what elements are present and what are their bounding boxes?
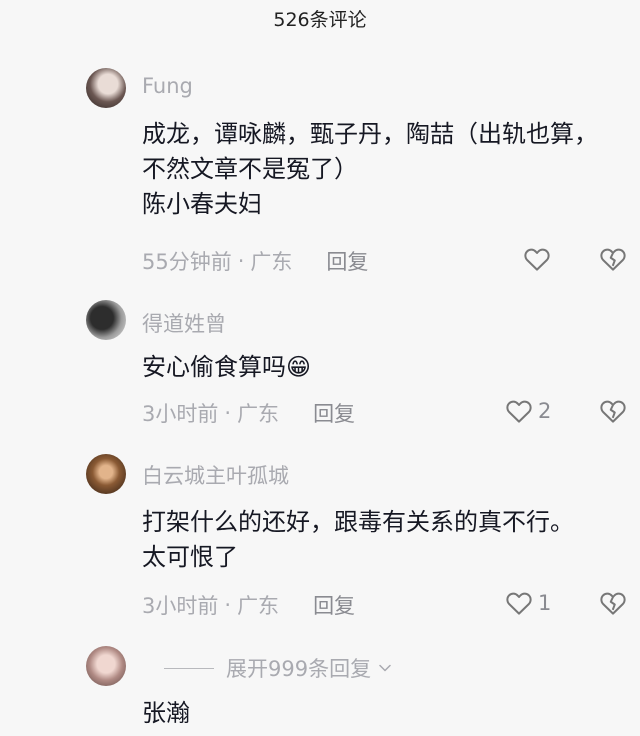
comment-line: 成龙，谭咏麟，甄子丹，陶喆（出轨也算，	[142, 120, 598, 148]
divider-line	[164, 667, 214, 669]
comment-time: 3小时前	[142, 402, 219, 426]
comment-line: 不然文章不是冤了）	[142, 155, 358, 183]
comment-meta: 3小时前 · 广东 回复	[142, 398, 355, 428]
comment-text: 成龙，谭咏麟，甄子丹，陶喆（出轨也算， 不然文章不是冤了） 陈小春夫妇	[142, 117, 598, 222]
comment-count-title: 526条评论	[273, 8, 367, 31]
like-button[interactable]: 2	[504, 396, 551, 426]
like-count: 1	[538, 591, 552, 615]
comment-meta: 3小时前 · 广东 回复	[142, 590, 355, 620]
like-button[interactable]: 1	[504, 588, 551, 618]
chevron-down-icon	[379, 664, 391, 672]
heart-icon	[506, 592, 532, 615]
heart-icon	[506, 400, 532, 423]
comment-location: 广东	[250, 250, 293, 274]
comment-text: 打架什么的还好，跟毒有关系的真不行。 太可恨了	[142, 505, 574, 575]
comments-header: 526条评论	[0, 0, 640, 40]
comment-time: 3小时前	[142, 594, 219, 618]
meta-separator: ·	[224, 401, 232, 425]
reply-button[interactable]: 回复	[313, 398, 355, 428]
comment-location: 广东	[237, 594, 280, 618]
comment-text: 张瀚	[142, 696, 190, 731]
avatar[interactable]	[86, 68, 126, 108]
expand-replies-label: 展开999条回复	[226, 657, 372, 681]
expand-replies-button[interactable]: 展开999条回复	[164, 653, 395, 683]
dislike-icon[interactable]	[598, 396, 628, 426]
dislike-icon[interactable]	[598, 588, 628, 618]
reply-button[interactable]: 回复	[326, 246, 368, 276]
comment-line: 张瀚	[142, 699, 190, 727]
comment-username[interactable]: Fung	[142, 74, 193, 98]
comment-meta: 55分钟前 · 广东 回复	[142, 246, 368, 276]
comment-line: 打架什么的还好，跟毒有关系的真不行。	[142, 508, 574, 536]
comment-username[interactable]: 白云城主叶孤城	[142, 460, 289, 490]
comment-location: 广东	[237, 402, 280, 426]
comment-username[interactable]: 得道姓曾	[142, 308, 226, 338]
comment-time: 55分钟前	[142, 250, 232, 274]
comment-line: 太可恨了	[142, 543, 238, 571]
meta-separator: ·	[224, 593, 232, 617]
avatar[interactable]	[86, 454, 126, 494]
reply-button[interactable]: 回复	[313, 590, 355, 620]
avatar[interactable]	[86, 300, 126, 340]
comment-text: 安心偷食算吗😁	[142, 350, 311, 385]
comment-line: 陈小春夫妇	[142, 190, 262, 218]
heart-icon	[524, 248, 550, 271]
comment-line: 安心偷食算吗😁	[142, 353, 312, 381]
avatar[interactable]	[86, 646, 126, 686]
meta-separator: ·	[237, 249, 245, 273]
like-button[interactable]	[522, 244, 552, 274]
like-count: 2	[538, 399, 552, 423]
dislike-icon[interactable]	[598, 244, 628, 274]
